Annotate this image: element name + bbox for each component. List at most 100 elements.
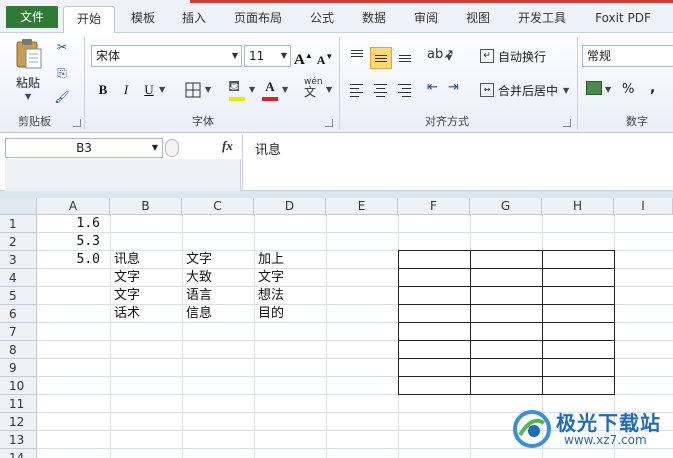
- cell-d6[interactable]: 目的: [254, 305, 326, 323]
- align-middle-icon[interactable]: [370, 47, 392, 69]
- tab-formulas[interactable]: 公式: [300, 6, 344, 33]
- cell-a3[interactable]: 5.0: [37, 251, 110, 269]
- align-right-icon[interactable]: [396, 81, 414, 99]
- row-header-1[interactable]: 1: [0, 215, 37, 233]
- cell-c3[interactable]: 文字: [182, 251, 254, 269]
- bordered-cell[interactable]: [398, 286, 471, 305]
- bordered-cell[interactable]: [470, 268, 543, 287]
- bordered-cell[interactable]: [470, 376, 543, 395]
- column-header-i[interactable]: I: [614, 198, 673, 215]
- row-header-9[interactable]: 9: [0, 359, 37, 377]
- bordered-cell[interactable]: [398, 268, 471, 287]
- underline-button[interactable]: U: [141, 80, 157, 100]
- cell-c4[interactable]: 大致: [182, 269, 254, 287]
- bordered-cell[interactable]: [470, 250, 543, 269]
- bordered-cell[interactable]: [542, 268, 615, 287]
- alignment-launcher-icon[interactable]: [563, 119, 571, 127]
- cell-b3[interactable]: 讯息: [110, 251, 182, 269]
- align-center-icon[interactable]: [372, 81, 390, 99]
- row-header-2[interactable]: 2: [0, 233, 37, 251]
- cell-a1[interactable]: 1.6: [37, 215, 110, 233]
- orientation-dropdown-icon[interactable]: ▼: [446, 53, 452, 62]
- bordered-cell[interactable]: [542, 250, 615, 269]
- align-top-icon[interactable]: [348, 47, 366, 65]
- row-header-3[interactable]: 3: [0, 251, 37, 269]
- column-header-d[interactable]: D: [254, 198, 326, 215]
- fill-dropdown-icon[interactable]: ▼: [249, 85, 255, 94]
- bordered-cell[interactable]: [470, 340, 543, 359]
- name-box[interactable]: B3 ▼: [5, 138, 163, 158]
- row-header-4[interactable]: 4: [0, 269, 37, 287]
- row-header-10[interactable]: 10: [0, 377, 37, 395]
- row-header-13[interactable]: 13: [0, 431, 37, 449]
- tab-data[interactable]: 数据: [352, 6, 396, 33]
- borders-icon[interactable]: [184, 81, 202, 99]
- tab-template[interactable]: 模板: [121, 6, 165, 33]
- row-header-8[interactable]: 8: [0, 341, 37, 359]
- decrease-indent-icon[interactable]: ⇤: [427, 80, 438, 95]
- cell-b6[interactable]: 话术: [110, 305, 182, 323]
- italic-button[interactable]: I: [118, 80, 134, 100]
- formula-bar-splitter[interactable]: [165, 139, 179, 157]
- comma-button[interactable]: ,: [650, 80, 655, 96]
- select-all-corner[interactable]: [0, 198, 37, 215]
- column-header-h[interactable]: H: [542, 198, 614, 215]
- number-format-combo[interactable]: 常规: [582, 45, 673, 67]
- cell-c5[interactable]: 语言: [182, 287, 254, 305]
- font-color-icon[interactable]: A: [262, 77, 278, 97]
- shrink-font-button[interactable]: A▼: [316, 47, 334, 67]
- increase-indent-icon[interactable]: ⇥: [448, 80, 459, 95]
- tab-foxit-pdf[interactable]: Foxit PDF: [586, 6, 660, 33]
- cut-icon[interactable]: ✂: [53, 39, 71, 55]
- bordered-cell[interactable]: [398, 340, 471, 359]
- bordered-cell[interactable]: [470, 358, 543, 377]
- grow-font-button[interactable]: A▲: [294, 46, 313, 68]
- bordered-cell[interactable]: [542, 286, 615, 305]
- merge-dropdown-icon[interactable]: ▼: [563, 86, 569, 95]
- bordered-cell[interactable]: [398, 250, 471, 269]
- font-color-dropdown-icon[interactable]: ▼: [282, 85, 288, 94]
- column-header-e[interactable]: E: [326, 198, 398, 215]
- formula-input[interactable]: 讯息: [242, 134, 673, 191]
- column-header-a[interactable]: A: [37, 198, 110, 215]
- cell-d3[interactable]: 加上: [254, 251, 326, 269]
- tab-developer[interactable]: 开发工具: [508, 6, 576, 33]
- wrap-text-button[interactable]: 自动换行: [498, 48, 546, 65]
- font-launcher-icon[interactable]: [325, 119, 333, 127]
- copy-icon[interactable]: ⎘: [53, 65, 71, 81]
- merge-center-icon[interactable]: ↔: [480, 83, 494, 97]
- phonetic-dropdown-icon[interactable]: ▼: [326, 85, 332, 94]
- cell-b4[interactable]: 文字: [110, 269, 182, 287]
- bordered-cell[interactable]: [398, 358, 471, 377]
- wrap-text-icon[interactable]: ↵: [480, 49, 494, 63]
- row-header-14[interactable]: 14: [0, 449, 37, 458]
- phonetic-icon[interactable]: wén 文: [304, 77, 323, 99]
- bordered-cell[interactable]: [470, 304, 543, 323]
- tab-page-layout[interactable]: 页面布局: [224, 6, 292, 33]
- cell-c6[interactable]: 信息: [182, 305, 254, 323]
- bordered-cell[interactable]: [542, 340, 615, 359]
- accounting-dropdown-icon[interactable]: ▼: [605, 85, 611, 94]
- bordered-cell[interactable]: [398, 376, 471, 395]
- align-bottom-icon[interactable]: [396, 47, 414, 65]
- font-name-combo[interactable]: 宋体 ▼: [91, 45, 242, 67]
- column-header-b[interactable]: B: [110, 198, 182, 215]
- row-header-5[interactable]: 5: [0, 287, 37, 305]
- bordered-cell[interactable]: [398, 304, 471, 323]
- insert-function-icon[interactable]: fx: [222, 138, 233, 154]
- underline-dropdown-icon[interactable]: ▼: [159, 85, 165, 94]
- tab-insert[interactable]: 插入: [172, 6, 216, 33]
- align-left-icon[interactable]: [348, 81, 366, 99]
- row-header-11[interactable]: 11: [0, 395, 37, 413]
- accounting-format-icon[interactable]: [586, 81, 602, 95]
- clipboard-launcher-icon[interactable]: [73, 119, 81, 127]
- tab-view[interactable]: 视图: [456, 6, 500, 33]
- bordered-cell[interactable]: [542, 304, 615, 323]
- cell-b5[interactable]: 文字: [110, 287, 182, 305]
- merge-center-button[interactable]: 合并后居中: [498, 82, 558, 99]
- format-painter-icon[interactable]: 🖌: [53, 89, 71, 105]
- cell-d4[interactable]: 文字: [254, 269, 326, 287]
- borders-dropdown-icon[interactable]: ▼: [205, 85, 211, 94]
- tab-file[interactable]: 文件: [6, 6, 58, 28]
- row-header-6[interactable]: 6: [0, 305, 37, 323]
